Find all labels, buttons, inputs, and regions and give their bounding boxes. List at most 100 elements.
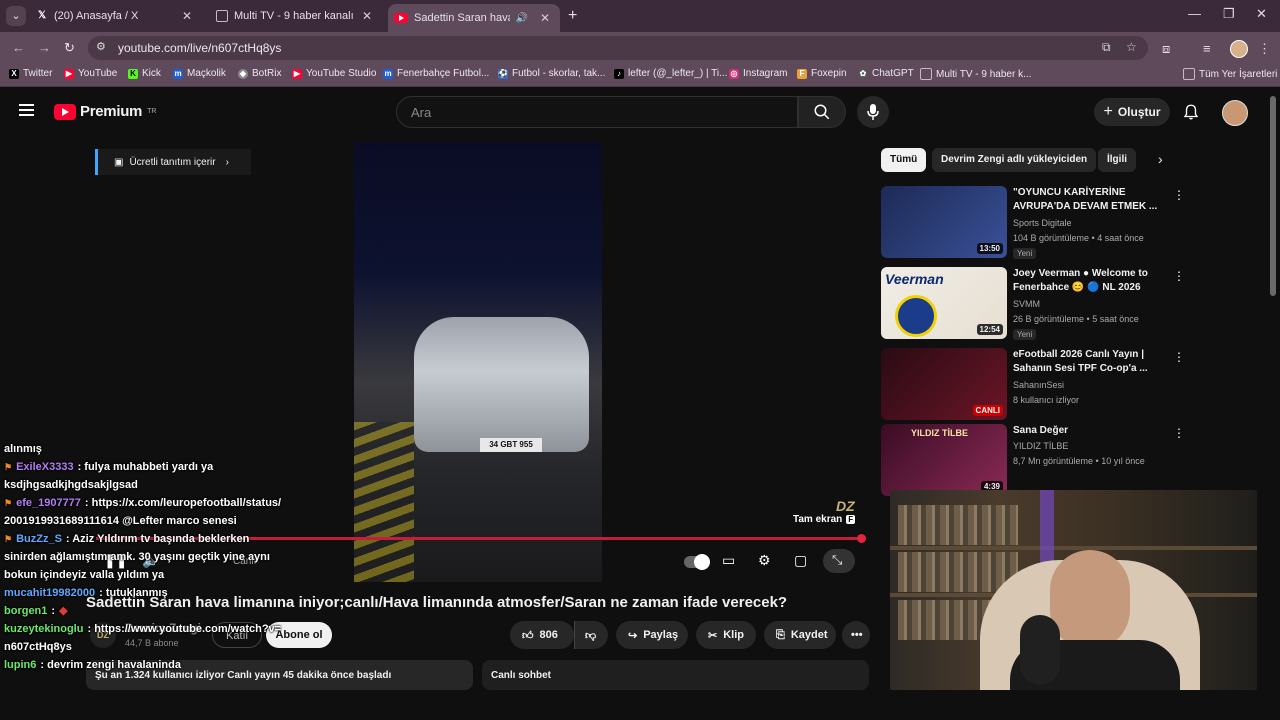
clip-button[interactable]: ✂ Klip [696, 621, 756, 649]
related-channel[interactable]: SahanınSesi [1013, 380, 1064, 390]
chat-username: kuzeytekinoglu [4, 623, 84, 635]
related-channel[interactable]: Sports Digitale [1013, 218, 1072, 228]
related-title[interactable]: Sana Değer [1013, 424, 1161, 438]
page-scrollbar[interactable] [1270, 96, 1276, 296]
related-title[interactable]: Joey Veerman ● Welcome to Fenerbahce 😊 🔵… [1013, 267, 1161, 295]
tab-twitter[interactable]: 𝕏 (20) Anasayfa / X ✕ [30, 4, 202, 28]
bookmark-mackolik[interactable]: m Maçkolik [173, 68, 226, 79]
menu-icon[interactable]: ⋮ [1258, 41, 1271, 57]
scissors-icon: ✂ [708, 629, 718, 642]
related-title[interactable]: eFootball 2026 Canlı Yayın | Sahanın Ses… [1013, 348, 1161, 376]
extensions-icon[interactable]: ⧈ [1162, 41, 1170, 57]
youtube-premium-logo[interactable]: Premium TR [54, 103, 156, 120]
member-badge-icon: ⚑ [4, 534, 13, 544]
search-box[interactable] [396, 96, 798, 128]
search-button[interactable] [798, 96, 846, 128]
media-controls-icon[interactable]: ≡ [1203, 41, 1211, 56]
fullscreen-button[interactable]: ⤡ [823, 549, 855, 573]
bookmark-chatgpt[interactable]: ✿ ChatGPT [858, 68, 914, 79]
address-bar[interactable]: ⚙ youtube.com/live/n607ctHq8ys ⧉ ☆ [88, 36, 1148, 60]
close-window-button[interactable]: ✕ [1256, 6, 1267, 22]
video-thumbnail[interactable]: YILDIZ TİLBE 4:39 [881, 424, 1007, 496]
tab-youtube-active[interactable]: Sadettin Saran hava limanı 🔊 ✕ [388, 4, 560, 32]
chat-username: BuzZz_S [16, 533, 62, 545]
bookmark-fenerbahce[interactable]: m Fenerbahçe Futbol... [383, 68, 489, 79]
subtitles-icon[interactable]: ▭ [722, 552, 735, 569]
bookmark-futbol[interactable]: ⚽ Futbol - skorlar, tak... [498, 68, 605, 79]
bookmark-youtube-studio[interactable]: ▶ YouTube Studio [292, 68, 376, 79]
tab-search-button[interactable]: ⌄ [6, 6, 26, 26]
close-icon[interactable]: ✕ [538, 11, 552, 25]
chevron-right-icon[interactable]: › [1158, 151, 1163, 167]
theater-mode-icon[interactable]: ▢ [794, 552, 807, 569]
close-icon[interactable]: ✕ [180, 9, 194, 23]
bookmark-botrix[interactable]: ◆ BotRix [238, 68, 281, 79]
related-video[interactable]: 13:50 "OYUNCU KARİYERİNE AVRUPA'DA DEVAM… [881, 186, 1185, 259]
related-title[interactable]: "OYUNCU KARİYERİNE AVRUPA'DA DEVAM ETMEK… [1013, 186, 1161, 214]
more-vertical-icon[interactable]: ⋮ [1173, 426, 1185, 440]
voice-search-button[interactable] [857, 96, 889, 128]
bookmark-multitv[interactable]: Multi TV - 9 haber k... [920, 68, 1031, 80]
related-video[interactable]: Veerman 12:54 Joey Veerman ● Welcome to F… [881, 267, 1185, 340]
chip-from-uploader[interactable]: Devrim Zengi adlı yükleyiciden [932, 148, 1097, 172]
bookmark-label: YouTube [78, 68, 118, 79]
fox-icon: F [797, 68, 807, 79]
more-vertical-icon[interactable]: ⋮ [1173, 350, 1185, 364]
bookmark-youtube[interactable]: ▶ YouTube [64, 68, 117, 79]
tab-multitv[interactable]: Multi TV - 9 haber kanalını aynı ✕ [210, 4, 382, 28]
bookmark-icon: ⎘ [776, 628, 785, 641]
create-button[interactable]: + Oluştur [1094, 98, 1170, 126]
streamer-face [1050, 550, 1130, 650]
bookmark-label: ChatGPT [872, 68, 914, 79]
bookmark-star-icon[interactable]: ☆ [1126, 40, 1137, 54]
maximize-button[interactable]: ❐ [1223, 6, 1235, 22]
hamburger-menu-icon[interactable] [19, 104, 34, 116]
dislike-button[interactable]: 👎︎ [574, 621, 608, 649]
all-bookmarks[interactable]: Tüm Yer İşaretleri [1183, 68, 1277, 80]
video-thumbnail[interactable]: CANLI [881, 348, 1007, 420]
bookmark-instagram[interactable]: ◎ Instagram [729, 68, 787, 79]
like-button[interactable]: 👍︎ 806 [510, 621, 574, 649]
minimize-button[interactable]: — [1188, 6, 1201, 21]
related-video[interactable]: YILDIZ TİLBE 4:39 Sana Değer YILDIZ TİLBE… [881, 424, 1185, 496]
settings-gear-icon[interactable]: ⚙ [758, 552, 771, 569]
bookmark-kick[interactable]: K Kick [128, 68, 161, 79]
save-button[interactable]: ⎘ Kaydet [764, 621, 836, 649]
video-thumbnail[interactable]: Veerman 12:54 [881, 267, 1007, 339]
related-video[interactable]: CANLI eFootball 2026 Canlı Yayın | Sahan… [881, 348, 1185, 420]
kick-icon: K [128, 68, 138, 79]
bookmark-label: Foxepin [811, 68, 847, 79]
video-player[interactable]: 34 GBT 955 [354, 142, 602, 582]
related-channel[interactable]: YILDIZ TİLBE [1013, 441, 1068, 451]
related-meta: 8 kullanıcı izliyor [1013, 395, 1080, 405]
live-chat-panel[interactable]: Canlı sohbet [482, 660, 869, 690]
share-button[interactable]: ↪ Paylaş [616, 621, 688, 649]
notifications-bell-icon[interactable] [1182, 103, 1200, 121]
forward-button[interactable]: → [38, 40, 51, 55]
more-vertical-icon[interactable]: ⋮ [1173, 188, 1185, 202]
search-input[interactable] [409, 104, 783, 121]
paid-promotion-banner[interactable]: ▣ Ücretli tanıtım içerir › [95, 149, 251, 175]
speaker-icon[interactable]: 🔊 [516, 13, 528, 24]
related-channel[interactable]: SVMM [1013, 299, 1040, 309]
chat-message: lupin6: devrim zengi havalaninda [0, 656, 284, 674]
bookmark-tiktok[interactable]: ♪ lefter (@_lefter_) | Ti... [614, 68, 727, 79]
bookmark-twitter[interactable]: X Twitter [9, 68, 52, 79]
chip-related[interactable]: İlgili [1098, 148, 1136, 172]
more-actions-button[interactable]: ••• [842, 621, 870, 649]
reload-button[interactable]: ↻ [64, 40, 75, 56]
autoplay-toggle[interactable] [684, 554, 710, 570]
chip-all[interactable]: Tümü [881, 148, 927, 172]
video-thumbnail[interactable]: 13:50 [881, 186, 1007, 258]
user-avatar[interactable] [1222, 100, 1248, 126]
install-app-icon[interactable]: ⧉ [1102, 40, 1111, 55]
profile-avatar[interactable] [1230, 40, 1248, 58]
more-vertical-icon[interactable]: ⋮ [1173, 269, 1185, 283]
plus-icon: + [1103, 103, 1113, 120]
new-tab-button[interactable]: + [568, 7, 577, 25]
back-button[interactable]: ← [12, 40, 25, 55]
site-info-icon[interactable]: ⚙ [96, 40, 106, 53]
bookmark-foxepin[interactable]: F Foxepin [797, 68, 847, 79]
close-icon[interactable]: ✕ [360, 9, 374, 23]
logo-region: TR [147, 108, 157, 115]
